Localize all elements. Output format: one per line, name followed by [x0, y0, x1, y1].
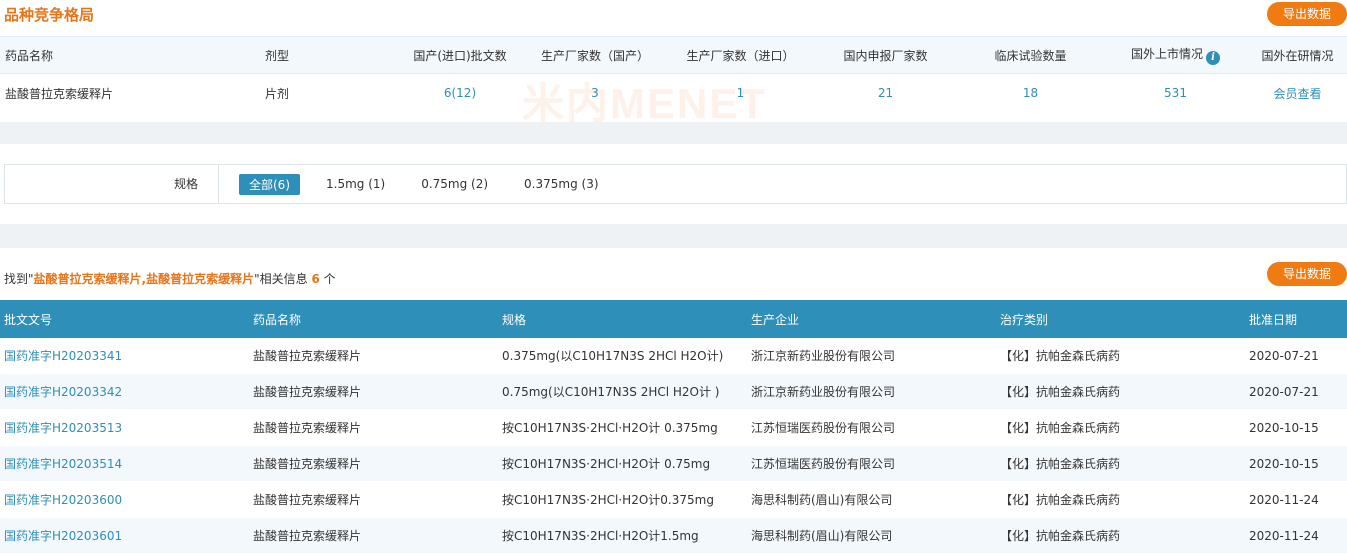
- therapeutic-class: 【化】抗帕金森氏病药: [1000, 421, 1121, 435]
- approval-number-link[interactable]: 国药准字H20203600: [0, 491, 249, 508]
- approval-date: 2020-07-21: [1249, 348, 1319, 363]
- header-manufacturer: 生产企业: [751, 312, 800, 327]
- table-row: 国药准字H20203600 盐酸普拉克索缓释片 按C10H17N3S·2HCl·…: [0, 482, 1347, 518]
- therapeutic-class: 【化】抗帕金森氏病药: [1000, 385, 1121, 399]
- found-count: 6: [311, 272, 320, 286]
- results-summary-text: 找到"盐酸普拉克索缓释片,盐酸普拉克索缓释片"相关信息 6 个: [4, 270, 336, 287]
- header-specification: 规格: [502, 312, 527, 327]
- summary-drug-name: 盐酸普拉克索缓释片: [5, 86, 114, 101]
- manufacturer: 海思科制药(眉山)有限公司: [751, 529, 893, 543]
- approval-date: 2020-11-24: [1249, 492, 1319, 507]
- header-product-name: 药品名称: [253, 312, 302, 327]
- header-foreign-market: 国外上市情况 i: [1103, 45, 1248, 65]
- approval-number-link[interactable]: 国药准字H20203513: [0, 419, 249, 436]
- table-row: 国药准字H20203514 盐酸普拉克索缓释片 按C10H17N3S·2HCl·…: [0, 446, 1347, 482]
- approval-date: 2020-10-15: [1249, 420, 1319, 435]
- specification: 0.75mg(以C10H17N3S 2HCl H2O计 ): [502, 385, 720, 399]
- export-data-button-results[interactable]: 导出数据: [1267, 262, 1347, 286]
- approval-number-link[interactable]: 国药准字H20203514: [0, 455, 249, 472]
- header-therapeutic-class: 治疗类别: [1000, 312, 1049, 327]
- spec-option-all[interactable]: 全部(6): [239, 173, 300, 195]
- table-row: 国药准字H20203341 盐酸普拉克索缓释片 0.375mg(以C10H17N…: [0, 338, 1347, 374]
- section-divider: [0, 122, 1347, 144]
- member-view-link[interactable]: 会员查看: [1248, 85, 1347, 102]
- table-row: 国药准字H20203513 盐酸普拉克索缓释片 按C10H17N3S·2HCl·…: [0, 410, 1347, 446]
- results-header-row: 批文文号 药品名称 规格 生产企业 治疗类别 批准日期: [0, 300, 1347, 338]
- spec-filter-options: 全部(6) 1.5mg (1) 0.75mg (2) 0.375mg (3): [219, 173, 635, 195]
- specification: 按C10H17N3S·2HCl·H2O计 0.75mg: [502, 457, 711, 471]
- section-divider: [0, 224, 1347, 248]
- manufacturer: 海思科制药(眉山)有限公司: [751, 493, 893, 507]
- header-domestic-manufacturers: 生产厂家数（国产）: [540, 48, 649, 63]
- header-drug-name: 药品名称: [5, 48, 54, 63]
- found-middle: "相关信息: [254, 272, 308, 286]
- manufacturer: 江苏恒瑞医药股份有限公司: [751, 421, 896, 435]
- header-foreign-market-label: 国外上市情况: [1130, 47, 1203, 61]
- approval-date: 2020-11-24: [1249, 528, 1319, 543]
- header-dosage-form: 剂型: [265, 48, 290, 63]
- summary-clinical-trials-link[interactable]: 18: [958, 86, 1103, 100]
- section-title: 品种竞争格局: [4, 6, 95, 24]
- product-name: 盐酸普拉克索缓释片: [253, 493, 362, 507]
- header-approval-date: 批准日期: [1249, 312, 1298, 327]
- approval-number-link[interactable]: 国药准字H20203601: [0, 527, 249, 544]
- spec-option-1-5mg[interactable]: 1.5mg (1): [326, 177, 385, 191]
- manufacturer: 浙江京新药业股份有限公司: [751, 385, 896, 399]
- spec-option-0-375mg[interactable]: 0.375mg (3): [524, 177, 598, 191]
- found-suffix: 个: [323, 272, 336, 286]
- product-name: 盐酸普拉克索缓释片: [253, 529, 362, 543]
- header-approval-count: 国产(进口)批文数: [413, 48, 507, 63]
- table-row: 国药准字H20203342 盐酸普拉克索缓释片 0.75mg(以C10H17N3…: [0, 374, 1347, 410]
- specification: 按C10H17N3S·2HCl·H2O计 0.375mg: [502, 421, 718, 435]
- approval-date: 2020-10-15: [1249, 456, 1319, 471]
- specification: 按C10H17N3S·2HCl·H2O计0.375mg: [502, 493, 714, 507]
- header-clinical-trials: 临床试验数量: [994, 48, 1067, 63]
- specification: 按C10H17N3S·2HCl·H2O计1.5mg: [502, 529, 699, 543]
- summary-domestic-applicants-link[interactable]: 21: [813, 86, 958, 100]
- product-name: 盐酸普拉克索缓释片: [253, 457, 362, 471]
- therapeutic-class: 【化】抗帕金森氏病药: [1000, 529, 1121, 543]
- summary-header-row: 药品名称 剂型 国产(进口)批文数 生产厂家数（国产） 生产厂家数（进口） 国内…: [0, 36, 1347, 74]
- info-icon[interactable]: i: [1206, 51, 1220, 65]
- spec-filter-label: 规格: [5, 165, 219, 203]
- header-foreign-research: 国外在研情况: [1261, 48, 1334, 63]
- approval-results-table: 批文文号 药品名称 规格 生产企业 治疗类别 批准日期 国药准字H2020334…: [0, 300, 1347, 554]
- spec-option-0-75mg[interactable]: 0.75mg (2): [421, 177, 488, 191]
- header-approval-number: 批文文号: [4, 312, 53, 327]
- competition-summary-table: 药品名称 剂型 国产(进口)批文数 生产厂家数（国产） 生产厂家数（进口） 国内…: [0, 36, 1347, 112]
- header-import-manufacturers: 生产厂家数（进口）: [686, 48, 795, 63]
- approval-date: 2020-07-21: [1249, 384, 1319, 399]
- summary-domestic-manufacturers-link[interactable]: 3: [522, 86, 668, 100]
- summary-approval-count-link[interactable]: 6(12): [398, 86, 522, 100]
- export-data-button-top[interactable]: 导出数据: [1267, 2, 1347, 26]
- manufacturer: 浙江京新药业股份有限公司: [751, 349, 896, 363]
- therapeutic-class: 【化】抗帕金森氏病药: [1000, 493, 1121, 507]
- found-prefix: 找到": [4, 272, 34, 286]
- product-name: 盐酸普拉克索缓释片: [253, 421, 362, 435]
- summary-import-manufacturers-link[interactable]: 1: [668, 86, 813, 100]
- approval-number-link[interactable]: 国药准字H20203342: [0, 383, 249, 400]
- summary-foreign-market-link[interactable]: 531: [1103, 86, 1248, 100]
- product-name: 盐酸普拉克索缓释片: [253, 349, 362, 363]
- summary-data-row: 盐酸普拉克索缓释片 片剂 6(12) 3 1 21 18 531 会员查看: [0, 74, 1347, 112]
- product-name: 盐酸普拉克索缓释片: [253, 385, 362, 399]
- therapeutic-class: 【化】抗帕金森氏病药: [1000, 349, 1121, 363]
- specification: 0.375mg(以C10H17N3S 2HCl H2O计): [502, 349, 724, 363]
- found-query: 盐酸普拉克索缓释片,盐酸普拉克索缓释片: [33, 272, 255, 286]
- spec-filter: 规格 全部(6) 1.5mg (1) 0.75mg (2) 0.375mg (3…: [4, 164, 1347, 204]
- therapeutic-class: 【化】抗帕金森氏病药: [1000, 457, 1121, 471]
- manufacturer: 江苏恒瑞医药股份有限公司: [751, 457, 896, 471]
- header-domestic-applicants: 国内申报厂家数: [843, 48, 928, 63]
- summary-dosage-form: 片剂: [265, 86, 290, 101]
- approval-number-link[interactable]: 国药准字H20203341: [0, 347, 249, 364]
